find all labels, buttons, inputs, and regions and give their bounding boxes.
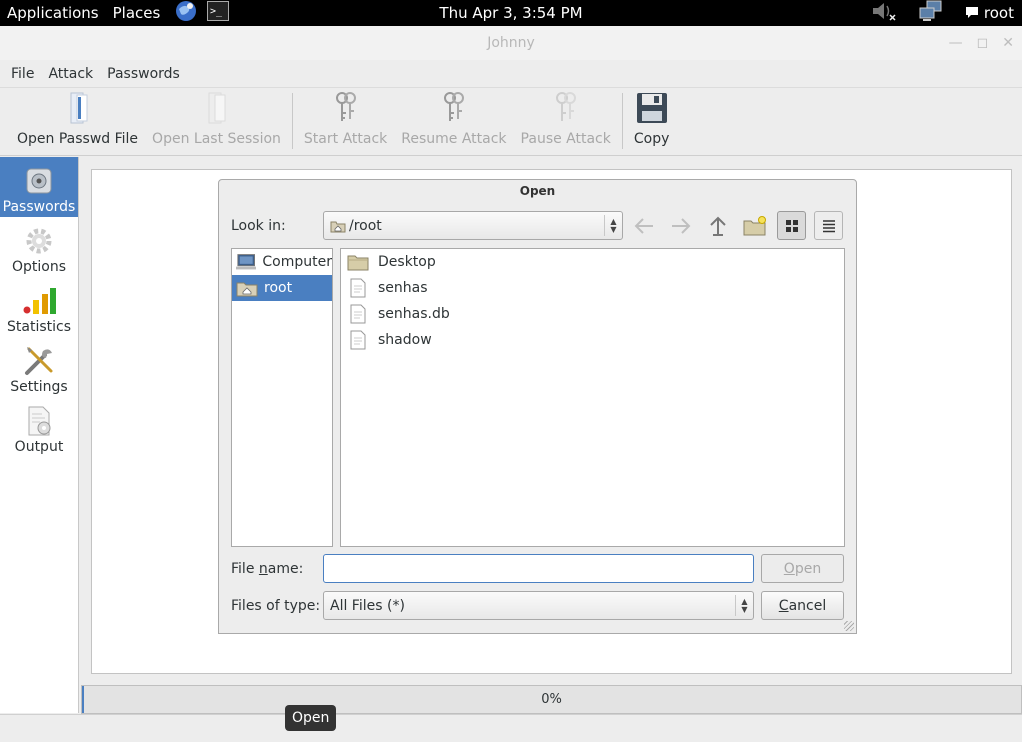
nav-output[interactable]: Output xyxy=(0,397,78,457)
open-session-icon xyxy=(208,92,226,124)
resize-grip[interactable] xyxy=(844,621,854,631)
gear-icon xyxy=(26,228,52,254)
keys-icon xyxy=(555,92,576,121)
file-icon xyxy=(350,278,366,298)
svg-text:>_: >_ xyxy=(210,6,223,17)
status-bar xyxy=(0,714,1022,742)
toolbar-separator xyxy=(291,93,293,149)
pause-attack-button[interactable]: Pause Attack xyxy=(514,89,618,155)
user-name: root xyxy=(983,4,1014,22)
combo-arrows-icon: ▲ ▼ xyxy=(735,595,753,616)
look-in-row: Look in: /root ▲ ▼ xyxy=(231,211,623,240)
nav-statistics[interactable]: Statistics xyxy=(0,277,78,337)
dialog-nav-buttons xyxy=(629,211,843,240)
dialog-title: Open xyxy=(519,184,556,198)
nav-options[interactable]: Options xyxy=(0,217,78,277)
progress-fill xyxy=(82,686,84,713)
files-of-type-combo[interactable]: All Files (*) ▲ ▼ xyxy=(323,591,754,620)
nav-settings[interactable]: Settings xyxy=(0,337,78,397)
open-file-dialog: Open Look in: /root ▲ ▼ Computer root De… xyxy=(218,179,857,634)
files-of-type-value: All Files (*) xyxy=(330,597,405,614)
tooltip: Open xyxy=(285,705,337,731)
browser-icon[interactable] xyxy=(175,0,197,26)
floppy-disk-icon xyxy=(636,93,667,123)
user-menu[interactable]: root xyxy=(965,4,1014,22)
back-arrow-icon xyxy=(634,217,653,234)
copy-button[interactable]: Copy xyxy=(627,89,677,155)
back-button[interactable] xyxy=(629,211,658,240)
icon-view-button[interactable] xyxy=(777,211,806,240)
forward-button[interactable] xyxy=(666,211,695,240)
file-name-label: File name: xyxy=(231,560,304,577)
home-folder-icon xyxy=(330,221,346,232)
combo-arrows-icon: ▲ ▼ xyxy=(604,215,622,236)
menu-passwords[interactable]: Passwords xyxy=(100,66,187,82)
file-list: Desktop senhas senhas.db shadow xyxy=(340,248,845,547)
chat-icon xyxy=(965,7,978,18)
parent-folder-button[interactable] xyxy=(703,211,732,240)
file-icon xyxy=(350,330,366,350)
file-icon xyxy=(350,304,366,324)
grid-view-icon xyxy=(785,219,798,232)
detail-view-button[interactable] xyxy=(814,211,843,240)
nav-passwords[interactable]: Passwords xyxy=(0,157,78,217)
folder-icon xyxy=(347,255,369,271)
look-in-combo[interactable]: /root ▲ ▼ xyxy=(323,211,623,240)
list-item[interactable]: shadow xyxy=(341,327,844,353)
progress-text: 0% xyxy=(541,692,562,707)
open-button[interactable]: Open xyxy=(761,554,844,583)
top-panel: Applications Places >_ Thu Apr 3, 3:54 P… xyxy=(0,0,1022,26)
clock[interactable]: Thu Apr 3, 3:54 PM xyxy=(439,4,582,22)
menu-file[interactable]: File xyxy=(4,66,41,82)
list-item[interactable]: senhas.db xyxy=(341,301,844,327)
files-of-type-label: Files of type: xyxy=(231,597,321,614)
open-passwd-file-button[interactable]: Open Passwd File xyxy=(10,89,145,155)
side-navigation: Passwords Options Statistics Settings Ou… xyxy=(0,157,79,713)
keys-icon xyxy=(443,92,464,121)
open-last-session-button[interactable]: Open Last Session xyxy=(145,89,288,155)
forward-arrow-icon xyxy=(671,217,690,234)
menubar: File Attack Passwords xyxy=(0,60,1022,88)
network-icon[interactable] xyxy=(919,0,943,26)
close-icon[interactable]: ✕ xyxy=(1002,26,1014,60)
window-title: Johnny xyxy=(487,35,535,51)
maximize-icon[interactable]: ◻ xyxy=(977,26,989,60)
up-arrow-icon xyxy=(709,216,726,236)
places-sidebar: Computer root xyxy=(231,248,333,547)
toolbar-separator xyxy=(621,93,623,149)
open-file-icon xyxy=(70,92,88,124)
look-in-label: Look in: xyxy=(231,217,286,234)
place-root[interactable]: root xyxy=(232,275,332,301)
places-menu[interactable]: Places xyxy=(106,4,168,22)
applications-menu[interactable]: Applications xyxy=(0,4,106,22)
file-name-row: File name: xyxy=(231,554,754,583)
new-folder-button[interactable] xyxy=(740,211,769,240)
menu-attack[interactable]: Attack xyxy=(41,66,100,82)
start-attack-button[interactable]: Start Attack xyxy=(297,89,394,155)
place-computer[interactable]: Computer xyxy=(232,249,332,275)
minimize-icon[interactable]: — xyxy=(949,26,963,60)
keys-icon xyxy=(335,92,356,121)
files-of-type-row: Files of type: All Files (*) ▲ ▼ xyxy=(231,591,754,620)
safe-icon xyxy=(26,168,52,194)
tools-icon xyxy=(25,347,53,375)
list-item[interactable]: senhas xyxy=(341,275,844,301)
volume-muted-icon[interactable] xyxy=(871,0,897,26)
list-item[interactable]: Desktop xyxy=(341,249,844,275)
terminal-icon[interactable]: >_ xyxy=(207,1,230,25)
look-in-value: /root xyxy=(349,217,382,234)
cancel-button[interactable]: Cancel xyxy=(761,591,844,620)
resume-attack-button[interactable]: Resume Attack xyxy=(394,89,513,155)
list-view-icon xyxy=(822,219,835,232)
new-folder-icon xyxy=(743,215,766,235)
file-name-input[interactable] xyxy=(323,554,754,583)
bar-chart-icon xyxy=(23,288,56,314)
home-folder-icon xyxy=(236,282,258,297)
document-gear-icon xyxy=(28,406,51,436)
progress-bar: 0% xyxy=(81,685,1022,714)
computer-icon xyxy=(236,254,257,270)
window-titlebar: Johnny — ◻ ✕ xyxy=(0,26,1022,60)
toolbar: Open Passwd File Open Last Session Start… xyxy=(0,89,1022,156)
